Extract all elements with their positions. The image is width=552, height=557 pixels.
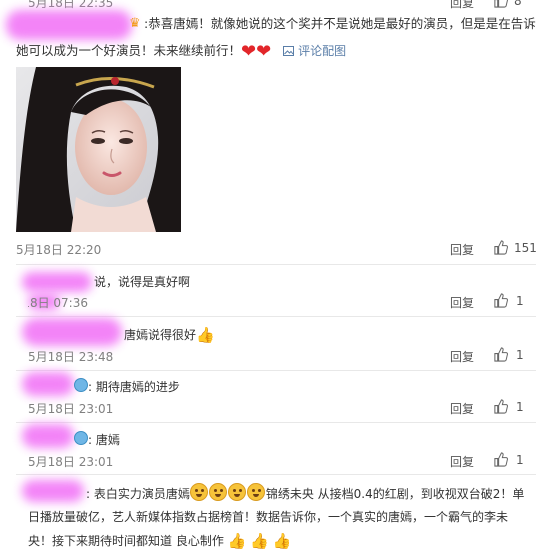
grin-emoji-icon [246,483,265,501]
thumbs-up-outline-icon [494,0,508,8]
sub-comment-4-like-button[interactable]: 1 [493,452,524,467]
main-comment-reply-button[interactable]: 回复 [450,241,474,258]
bottom-comment-line2: 日播放量破亿，艺人新媒体指数占据榜首！数据告诉你，一个真实的唐嫣，一个霸气的李未 [28,510,509,524]
sub-comment-4-like-count: 1 [516,452,524,467]
sub-comment-1-like-button[interactable]: 1 [493,293,524,308]
user-badge-icon [74,378,88,392]
grin-emoji-icon [208,483,227,501]
thumbs-up-outline-icon [494,240,508,255]
view-pic-link[interactable]: 评论配图 [283,43,346,58]
thumbs-up-emoji-icon: 👍 [272,532,292,550]
thumbs-up-emoji-icon: 👍 [250,532,269,550]
thumbs-up-outline-icon [494,399,508,414]
main-comment-text: :恭喜唐嫣！就像她说的这个奖并不是说她是最好的演员，但是是在告诉 [144,13,539,34]
crown-badge-icon: ♛ [129,16,141,31]
bottom-comment-line3-text: 央！接下来期待时间都知道 良心制作 [28,534,224,548]
main-comment-like-count: 151 [514,240,537,255]
thumbs-up-outline-icon [494,293,508,308]
sub-comment-1-time-text: 5月18日 07:36 [28,296,88,310]
heart-icon: ❤❤ [241,41,272,62]
image-icon [283,46,295,56]
grin-emoji-icon [189,483,208,501]
sub-comment-2-like-button[interactable]: 1 [493,347,524,362]
sub-comment-1-reply-button[interactable]: 回复 [450,294,474,311]
sub-comment-4-reply-button[interactable]: 回复 [450,453,474,470]
top-comment-like-button[interactable]: 8 [493,0,522,8]
main-comment-like-button[interactable]: 151 [493,240,537,255]
redacted-username [22,424,74,448]
thumbs-up-emoji-icon: 👍 [227,532,247,550]
sub-comment-1-text: 说，说得是真好啊 [94,275,191,289]
sub-comment-3-reply-button[interactable]: 回复 [450,400,474,417]
main-comment-line1: :恭喜唐嫣！就像她说的这个奖并不是说她是最好的演员，但是是在告诉 [144,16,536,31]
sub-comment-3-time: 5月18日 23:01 [28,402,114,416]
sub-comment-1-like-count: 1 [516,293,524,308]
redacted-username [22,272,92,292]
redacted-username [6,10,132,40]
main-comment-line2: 她可以成为一个好演员！未来继续前行！ [16,43,242,58]
main-comment-time: 5月18日 22:20 [16,243,102,257]
sub-comment-4-text: : 唐嫣 [88,433,120,447]
thumbs-up-outline-icon [494,452,508,467]
redacted-username [22,318,122,346]
bottom-comment-line1b: 锦绣未央 从接档0.4的红剧，到收视双台破2！单 [265,487,525,501]
redacted-username [22,480,84,502]
divider [16,264,536,265]
sub-comment-2-text-label: 唐嫣说得很好 [124,328,197,342]
thumbs-up-outline-icon [494,347,508,362]
top-comment-like-count: 8 [514,0,522,8]
comment-picture[interactable] [16,67,181,232]
divider [16,316,536,317]
sub-comment-3-like-button[interactable]: 1 [493,399,524,414]
bottom-comment-line1a: : 表白实力演员唐嫣 [86,487,190,501]
divider [16,474,536,475]
redacted-username [22,372,74,396]
bottom-comment-line1: : 表白实力演员唐嫣 锦绣未央 从接档0.4的红剧，到收视双台破2！单 [86,483,524,502]
sub-comment-3-like-count: 1 [516,399,524,414]
top-comment-reply-button[interactable]: 回复 [450,0,474,11]
thumbs-up-emoji-icon: 👍 [196,326,215,344]
sub-comment-2-like-count: 1 [516,347,524,362]
sub-comment-4-time: 5月18日 23:01 [28,455,114,469]
sub-comment-3-text: : 期待唐嫣的进步 [88,380,180,394]
portrait-photo [16,67,181,232]
divider [16,422,536,423]
view-pic-link-label: 评论配图 [298,44,347,58]
grin-emoji-icon [227,483,246,501]
sub-comment-2-reply-button[interactable]: 回复 [450,348,474,365]
sub-comment-1-time: 5月18日 07:36 [28,294,88,311]
sub-comment-2-text: 唐嫣说得很好👍 [124,326,215,344]
divider [16,370,536,371]
main-comment-text-line2: 她可以成为一个好演员！未来继续前行！❤❤ 评论配图 [16,40,346,62]
user-badge-icon [74,431,88,445]
sub-comment-2-time: 5月18日 23:48 [28,350,114,364]
bottom-comment-line3: 央！接下来期待时间都知道 良心制作 👍 👍 👍 [28,532,291,550]
